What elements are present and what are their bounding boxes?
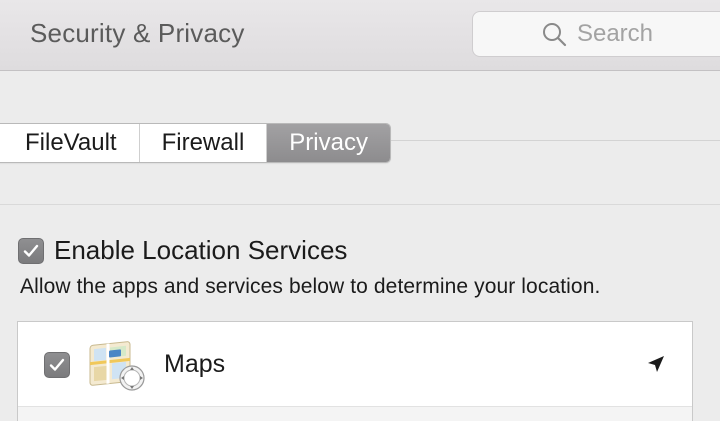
tab-privacy[interactable]: Privacy: [267, 124, 390, 162]
search-icon: [542, 23, 567, 47]
tab-area: FileVault Firewall Privacy: [0, 71, 720, 205]
enable-location-checkbox[interactable]: [18, 237, 44, 264]
enable-location-label: Enable Location Services: [54, 235, 348, 265]
checkmark-icon: [49, 358, 65, 371]
tab-bar: FileVault Firewall Privacy: [0, 123, 391, 163]
toolbar: Security & Privacy Search: [0, 0, 720, 71]
window-title: Security & Privacy: [30, 18, 245, 48]
enable-location-row: Enable Location Services: [18, 235, 347, 266]
tab-filevault[interactable]: FileVault: [0, 124, 140, 162]
search-placeholder: Search: [576, 20, 654, 47]
checkmark-icon: [23, 244, 39, 257]
search-field[interactable]: Search: [472, 11, 720, 57]
location-app-list: Maps: [17, 321, 693, 421]
app-row-maps[interactable]: Maps: [18, 322, 692, 407]
maps-app-icon: [89, 341, 145, 391]
location-description: Allow the apps and services below to det…: [20, 275, 601, 298]
list-item: [18, 407, 692, 421]
privacy-content: Enable Location Services Allow the apps …: [0, 205, 720, 421]
app-name-maps: Maps: [164, 350, 226, 378]
location-arrow-icon: [648, 356, 664, 372]
tab-firewall[interactable]: Firewall: [139, 124, 268, 162]
maps-checkbox[interactable]: [44, 352, 70, 378]
